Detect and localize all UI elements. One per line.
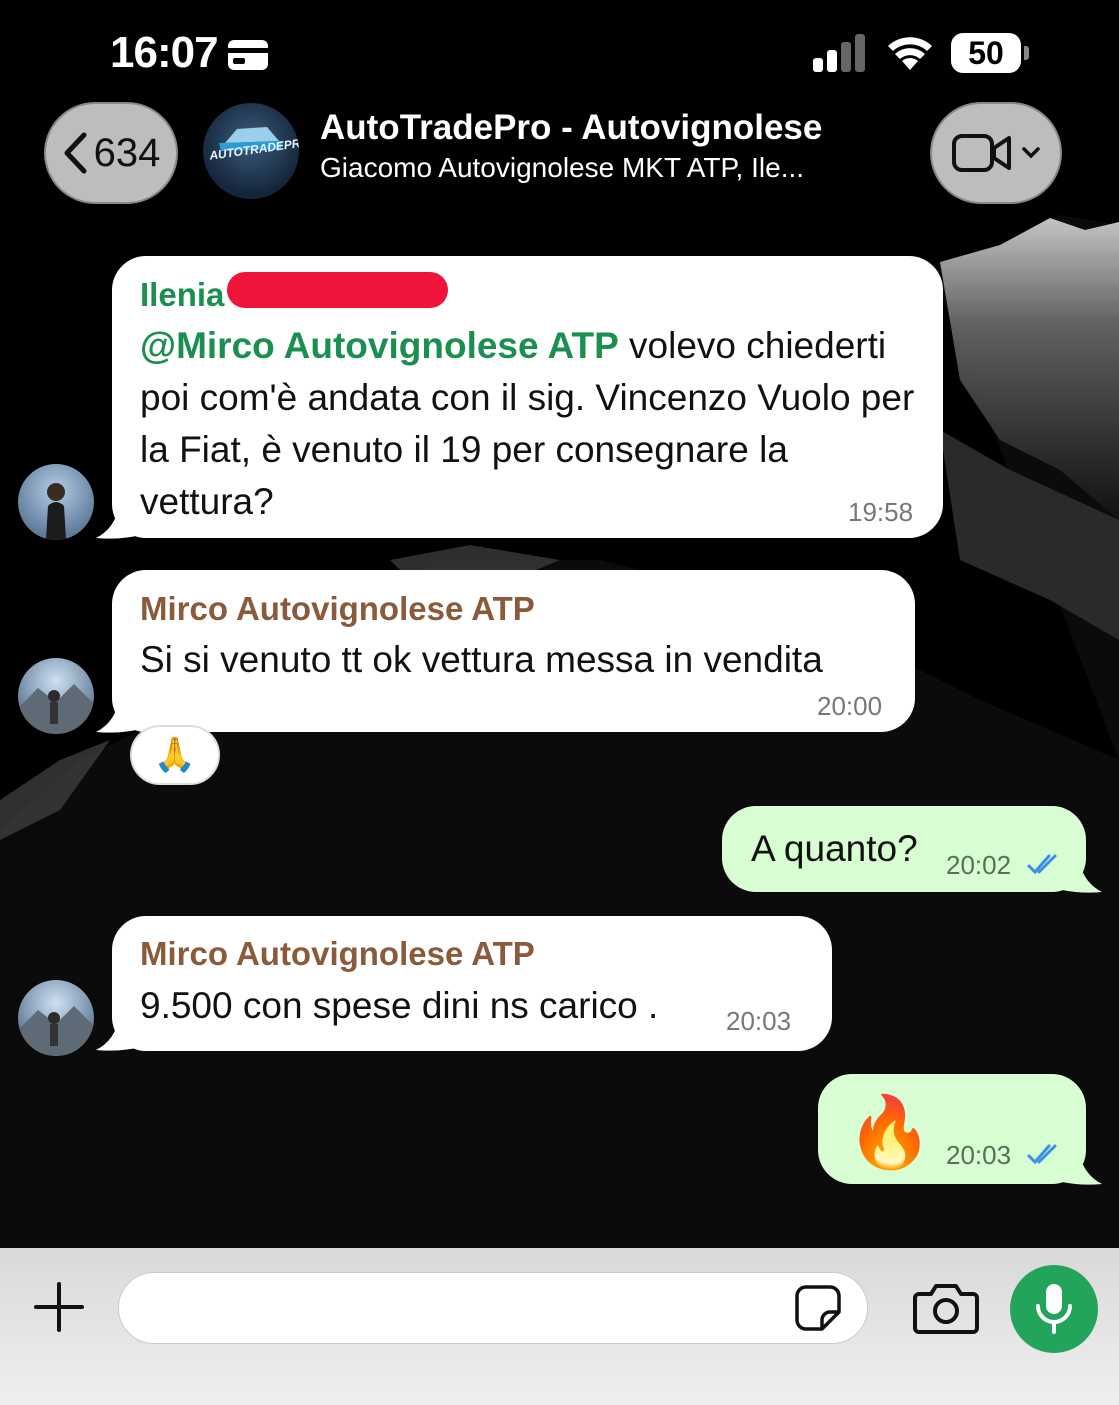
person-photo-icon [18,684,94,734]
video-camera-icon [952,134,1011,172]
message-time: 20:00 [817,691,883,721]
microphone-icon [1036,1284,1072,1334]
person-photo-icon [18,1006,94,1056]
message-time: 20:02 [946,850,1012,880]
message-text: 9.500 con spese dini ns carico . [140,985,659,1026]
message-sender[interactable]: Ilenia [140,276,224,314]
wifi-icon [888,37,932,70]
wallet-card-icon [228,40,268,70]
message-text: Si si venuto tt ok vettura messa in vend… [140,639,823,680]
unread-count: 634 [93,130,161,175]
status-time: 16:07 [110,28,219,77]
back-button[interactable]: 634 [44,102,178,204]
redacted-surname [227,272,448,308]
message-emoji: 🔥 [846,1093,934,1171]
record-voice-button[interactable] [1010,1265,1098,1353]
message-text: @Mirco Autovignolese ATP volevo chiedert… [140,320,930,528]
message-text: A quanto? [751,828,918,869]
double-check-read-icon [1027,1144,1057,1165]
double-check-read-icon [1027,854,1057,875]
group-participants[interactable]: Giacomo Autovignolese MKT ATP, Ile... [320,152,804,184]
message-sender[interactable]: Mirco Autovignolese ATP [140,935,535,973]
message-reaction[interactable]: 🙏 [130,725,220,785]
avatar-mirco[interactable] [18,980,94,1056]
reaction-emoji: 🙏 [153,736,197,774]
sticker-icon[interactable] [794,1284,842,1332]
plus-icon[interactable] [32,1280,86,1334]
status-bar: 16:07 50 [0,0,1119,100]
message-sender[interactable]: Mirco Autovignolese ATP [140,590,535,628]
cellular-signal-icon [813,34,865,72]
message-time: 20:03 [946,1140,1012,1170]
avatar-ilenia[interactable] [18,464,94,540]
message-time: 20:03 [726,1006,792,1036]
camera-icon[interactable] [913,1282,979,1334]
group-name[interactable]: AutoTradePro - Autovignolese [320,108,822,148]
video-call-button[interactable] [930,102,1062,204]
message-input[interactable] [118,1272,868,1344]
person-photo-icon [46,483,66,540]
battery-cap [1024,46,1029,60]
group-avatar[interactable]: AUTOTRADEPRO [203,103,299,199]
chevron-left-icon [64,132,87,174]
message-time: 19:58 [848,497,914,527]
chevron-down-icon [1022,147,1040,159]
avatar-mirco[interactable] [18,658,94,734]
battery-indicator: 50 [951,33,1021,73]
mention-link[interactable]: @Mirco Autovignolese ATP [140,325,619,366]
